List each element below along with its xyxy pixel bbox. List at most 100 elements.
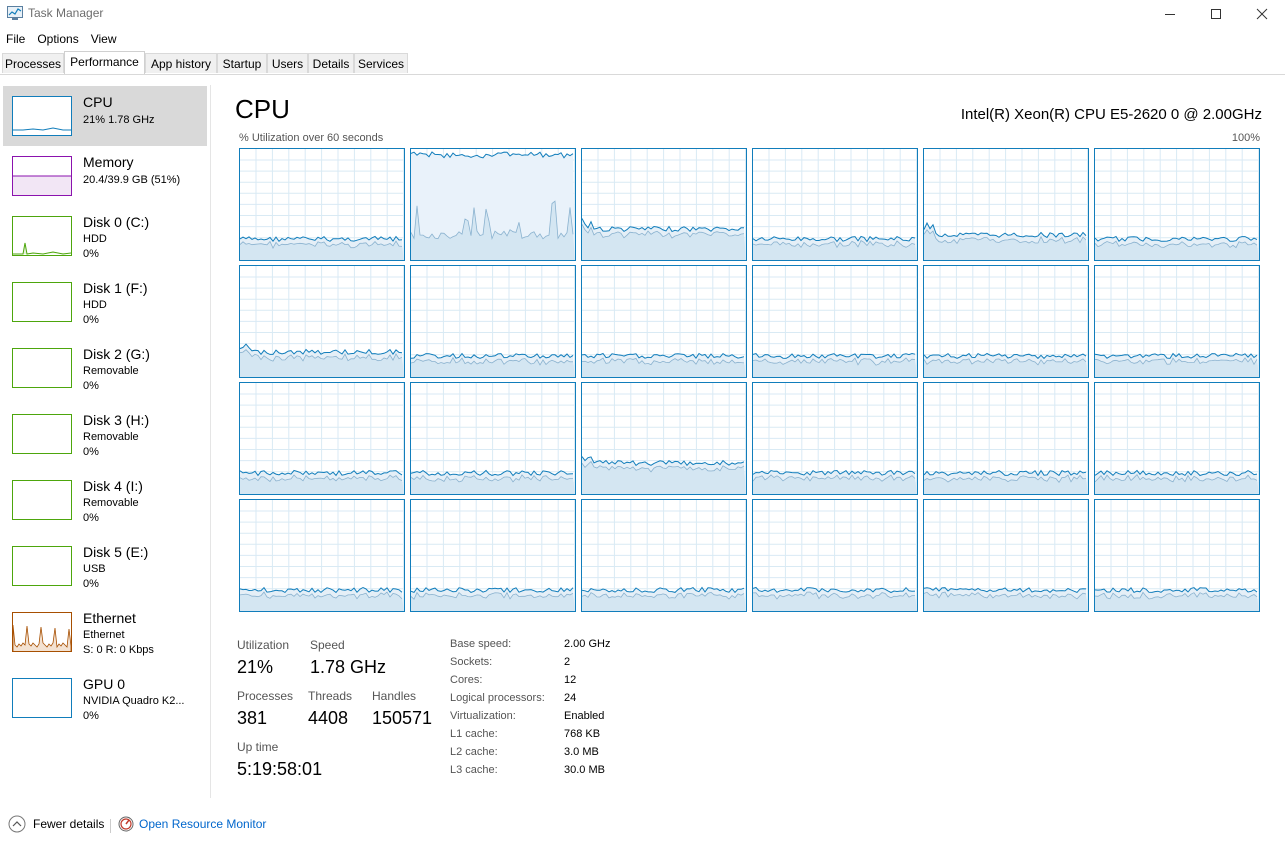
logical-processor-graph[interactable] [752,265,918,378]
fewer-details-button[interactable]: Fewer details [8,815,104,833]
logical-processor-graph[interactable] [581,148,747,261]
logical-processor-graph[interactable] [410,382,576,495]
open-resource-monitor-link[interactable]: Open Resource Monitor [118,816,266,832]
sidebar-item-disk-4-i[interactable]: Disk 4 (I:) Removable 0% [3,470,207,530]
sidebar-item-disk-0-c[interactable]: Disk 0 (C:) HDD 0% [3,206,207,266]
tab-users[interactable]: Users [267,53,308,73]
logical-processor-graph[interactable] [923,148,1089,261]
spec-value: 24 [564,692,577,704]
sidebar-item-value: 0% [83,512,99,524]
tab-processes[interactable]: Processes [2,53,64,73]
close-button[interactable] [1239,0,1285,28]
sidebar-item-disk-2-g[interactable]: Disk 2 (G:) Removable 0% [3,338,207,398]
uptime-label: Up time [237,740,279,754]
spec-label: Sockets: [450,656,493,668]
tab-details[interactable]: Details [308,53,354,73]
sidebar-item-gpu-0[interactable]: GPU 0 NVIDIA Quadro K2... 0% [3,668,207,728]
tab-app-history[interactable]: App history [145,53,217,73]
open-resource-monitor-label: Open Resource Monitor [139,817,267,831]
minimize-icon [1165,14,1175,15]
logical-processor-graph[interactable] [239,499,405,612]
sidebar-item-detail: Removable [83,497,139,509]
sidebar-item-detail: NVIDIA Quadro K2... [83,695,185,707]
logical-processor-graph[interactable] [1094,499,1260,612]
logical-processor-graph[interactable] [923,382,1089,495]
sidebar-divider [210,85,211,798]
sidebar-item-detail: Ethernet [83,629,125,641]
sidebar-thumbnail-graph [12,156,72,196]
sidebar-item-disk-1-f[interactable]: Disk 1 (F:) HDD 0% [3,272,207,332]
logical-processor-graph[interactable] [410,499,576,612]
sidebar-item-disk-5-e[interactable]: Disk 5 (E:) USB 0% [3,536,207,596]
tab-performance[interactable]: Performance [64,51,145,74]
spec-value: 30.0 MB [564,764,605,776]
logical-processor-graph[interactable] [923,499,1089,612]
sidebar-item-title: CPU [83,94,113,110]
maximize-icon [1211,9,1221,19]
cpu-model: Intel(R) Xeon(R) CPU E5-2620 0 @ 2.00GHz [960,106,1262,123]
logical-processor-graph[interactable] [239,382,405,495]
sidebar-item-title: Disk 1 (F:) [83,280,148,296]
spec-label: Base speed: [450,638,512,650]
maximize-button[interactable] [1193,0,1239,28]
logical-processor-graph[interactable] [752,382,918,495]
uptime-value: 5:19:58:01 [237,759,323,779]
tab-services[interactable]: Services [354,53,408,73]
task-manager-icon [7,6,23,20]
sidebar-thumbnail-graph [12,414,72,454]
window-title: Task Manager [28,6,104,20]
sidebar-item-detail: Removable [83,365,139,377]
logical-processor-graph[interactable] [1094,265,1260,378]
logical-processor-graph[interactable] [581,265,747,378]
sidebar-thumbnail-graph [12,96,72,136]
logical-processor-graph[interactable] [581,499,747,612]
logical-processor-graph[interactable] [239,265,405,378]
logical-processor-graph[interactable] [1094,148,1260,261]
handles-label: Handles [372,689,417,703]
minimize-button[interactable] [1147,0,1193,28]
sidebar-item-cpu[interactable]: CPU 21% 1.78 GHz [3,86,207,146]
sidebar-item-value: S: 0 R: 0 Kbps [83,644,154,656]
sidebar-item-disk-3-h[interactable]: Disk 3 (H:) Removable 0% [3,404,207,464]
spec-label: L3 cache: [450,764,498,776]
chevron-up-circle-icon [8,815,26,833]
logical-processor-graph[interactable] [239,148,405,261]
speed-value: 1.78 GHz [310,657,387,677]
sidebar-item-title: Disk 5 (E:) [83,544,149,560]
tab-startup[interactable]: Startup [217,53,267,73]
logical-processor-graph[interactable] [752,148,918,261]
sidebar-item-memory[interactable]: Memory 20.4/39.9 GB (51%) [3,146,207,206]
logical-processor-graph[interactable] [581,382,747,495]
title-bar[interactable]: Task Manager [0,0,1285,28]
close-icon [1256,8,1268,20]
sidebar-item-detail: USB [83,563,106,575]
sidebar-item-title: Disk 3 (H:) [83,412,150,428]
threads-label: Threads [308,689,353,703]
logical-processor-graph[interactable] [923,265,1089,378]
spec-value: 2.00 GHz [564,638,611,650]
threads-value: 4408 [308,708,349,728]
logical-processor-graph[interactable] [1094,382,1260,495]
utilization-value: 21% [237,657,274,677]
sidebar-item-value: 0% [83,578,99,590]
menu-file[interactable]: File [0,30,31,48]
sidebar-thumbnail-graph [12,348,72,388]
menu-view[interactable]: View [85,30,123,48]
sidebar-item-ethernet[interactable]: Ethernet Ethernet S: 0 R: 0 Kbps [3,602,207,662]
spec-value: 12 [564,674,577,686]
spec-label: Cores: [450,674,483,686]
page-title: CPU [235,94,290,124]
logical-processor-graph[interactable] [410,265,576,378]
fewer-details-label: Fewer details [33,817,105,831]
sidebar-item-detail: 21% 1.78 GHz [83,114,155,126]
footer-bar: Fewer details Open Resource Monitor [0,810,1285,840]
sidebar-item-title: Disk 4 (I:) [83,478,143,494]
logical-processor-graph[interactable] [752,499,918,612]
resource-sidebar: CPU 21% 1.78 GHz Memory 20.4/39.9 GB (51%) D… [0,74,210,798]
processes-value: 381 [237,708,268,728]
logical-processor-graph[interactable] [410,148,576,261]
sidebar-item-detail: 20.4/39.9 GB (51%) [83,174,181,186]
sidebar-item-value: 0% [83,446,99,458]
speed-label: Speed [310,638,345,652]
menu-options[interactable]: Options [31,30,84,48]
